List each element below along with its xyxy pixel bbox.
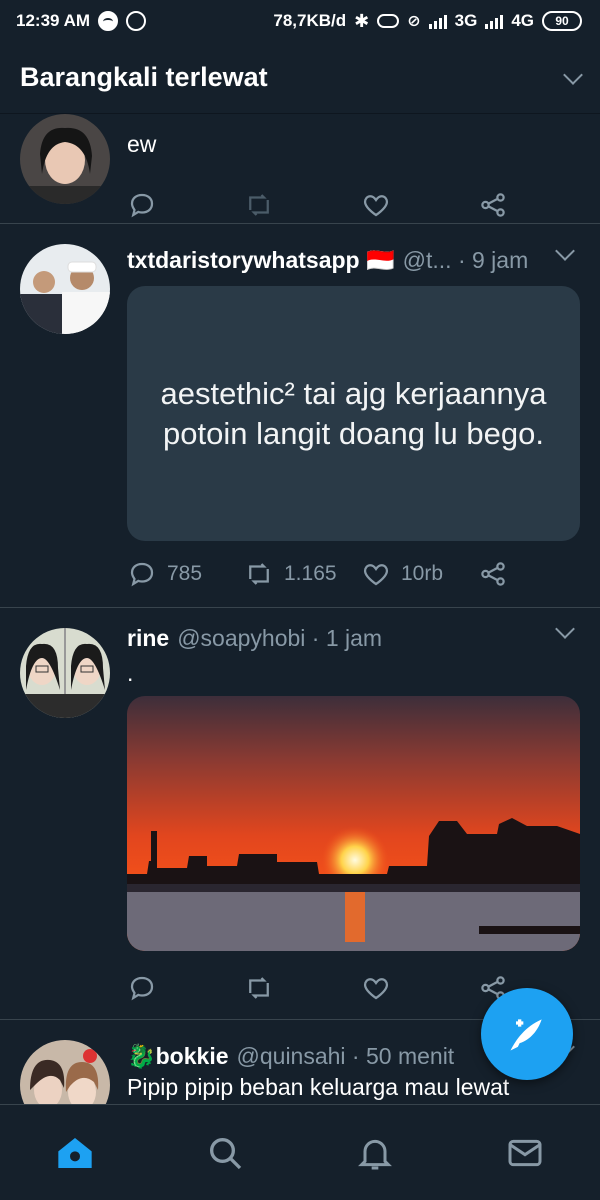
- display-name[interactable]: 🐉bokkie: [127, 1043, 229, 1070]
- card-text: aestethic² tai ajg kerjaannya potoin lan…: [160, 375, 547, 451]
- reply-button[interactable]: [127, 190, 244, 220]
- tweet-text: ew: [127, 131, 157, 157]
- tweet-text: .: [127, 660, 134, 686]
- tweet-3[interactable]: rine @soapyhobi · 1 jam .: [0, 608, 600, 1020]
- retweet-button[interactable]: [244, 190, 361, 220]
- tweet-actions: [127, 187, 527, 223]
- chevron-down-icon[interactable]: [563, 64, 583, 85]
- mute-icon: ⊘: [407, 13, 421, 30]
- avatar[interactable]: [20, 1040, 110, 1104]
- battery-level: 90: [555, 14, 569, 28]
- handle-time[interactable]: @soapyhobi · 1 jam: [177, 625, 382, 652]
- tweet-actions: [127, 970, 527, 1006]
- like-button[interactable]: 10rb: [361, 559, 478, 589]
- chevron-down-icon[interactable]: [555, 619, 575, 639]
- reply-icon: [130, 562, 154, 587]
- retweet-icon: [249, 977, 269, 999]
- like-count: 10rb: [401, 562, 444, 585]
- share-icon: [481, 562, 505, 586]
- network-speed: 78,7KB/d: [273, 11, 347, 30]
- bottom-navigation: [0, 1104, 600, 1200]
- nav-notifications[interactable]: [345, 1123, 405, 1183]
- avatar[interactable]: [20, 628, 110, 718]
- handle-time[interactable]: @t... · 9 jam: [403, 247, 529, 274]
- share-button[interactable]: [478, 559, 508, 589]
- status-bar: 12:39 AM 78,7KB/d ✱ ⊘ 3G 4G 90: [0, 0, 600, 42]
- tweet-2[interactable]: txtdaristorywhatsapp 🇮🇩 @t... · 9 jam ae…: [0, 224, 600, 608]
- reply-icon: [130, 193, 154, 218]
- sunset-image: [127, 696, 580, 951]
- retweet-button[interactable]: 1.165: [244, 559, 361, 589]
- vibrate-icon: [377, 14, 400, 28]
- heart-icon: [363, 564, 389, 586]
- retweet-count: 1.165: [284, 562, 337, 585]
- retweet-icon: [249, 563, 269, 585]
- tweet-header: rine @soapyhobi · 1 jam: [127, 619, 580, 654]
- search-icon: [210, 1137, 242, 1169]
- compose-tweet-icon: [510, 1019, 542, 1051]
- spotify-icon: [98, 11, 119, 31]
- signal-icon: [428, 13, 447, 29]
- like-button[interactable]: [361, 973, 478, 1003]
- reply-button[interactable]: [127, 973, 244, 1003]
- like-button[interactable]: [361, 190, 478, 220]
- chevron-down-icon[interactable]: [555, 241, 575, 261]
- compose-tweet-button[interactable]: [481, 988, 573, 1080]
- nav-home[interactable]: [45, 1123, 105, 1183]
- signal-icon-2: [485, 13, 504, 29]
- handle-time[interactable]: @quinsahi · 50 menit: [237, 1043, 455, 1070]
- tweet-1[interactable]: ew: [0, 114, 600, 224]
- share-icon: [481, 193, 505, 217]
- network-type-1: 3G: [454, 11, 478, 30]
- battery-icon: 90: [542, 11, 582, 31]
- quote-text-card[interactable]: aestethic² tai ajg kerjaannya potoin lan…: [127, 286, 580, 541]
- avatar[interactable]: [20, 114, 110, 204]
- reply-icon: [130, 976, 154, 1001]
- tweet-actions: 785 1.165 10rb: [127, 556, 527, 592]
- home-icon: [58, 1137, 92, 1168]
- display-name[interactable]: txtdaristorywhatsapp 🇮🇩: [127, 247, 395, 274]
- messages-icon: [508, 1139, 542, 1166]
- tweet-header: txtdaristorywhatsapp 🇮🇩 @t... · 9 jam: [127, 241, 580, 276]
- tweet-text: Pipip pipip beban keluarga mau lewat: [127, 1074, 510, 1100]
- avatar[interactable]: [20, 244, 110, 334]
- reply-count: 785: [167, 562, 203, 585]
- timeline-feed[interactable]: ew txtdaristorywhatsapp 🇮🇩 @t... · 9 jam…: [0, 114, 600, 1104]
- retweet-icon: [249, 194, 269, 216]
- whatsapp-icon: [126, 11, 147, 31]
- tweet-image[interactable]: [127, 696, 580, 951]
- display-name[interactable]: rine: [127, 625, 169, 652]
- section-header: Barangkali terlewat: [0, 42, 600, 114]
- reply-button[interactable]: 785: [127, 559, 244, 589]
- clock: 12:39 AM: [16, 11, 91, 30]
- bluetooth-icon: ✱: [354, 10, 370, 31]
- page-title: Barangkali terlewat: [20, 62, 268, 92]
- retweet-button[interactable]: [244, 973, 361, 1003]
- nav-search[interactable]: [195, 1123, 255, 1183]
- nav-messages[interactable]: [495, 1123, 555, 1183]
- notifications-icon: [358, 1139, 392, 1169]
- heart-icon: [363, 195, 389, 217]
- heart-icon: [363, 978, 389, 1000]
- share-button[interactable]: [478, 190, 508, 220]
- network-type-2: 4G: [511, 11, 534, 30]
